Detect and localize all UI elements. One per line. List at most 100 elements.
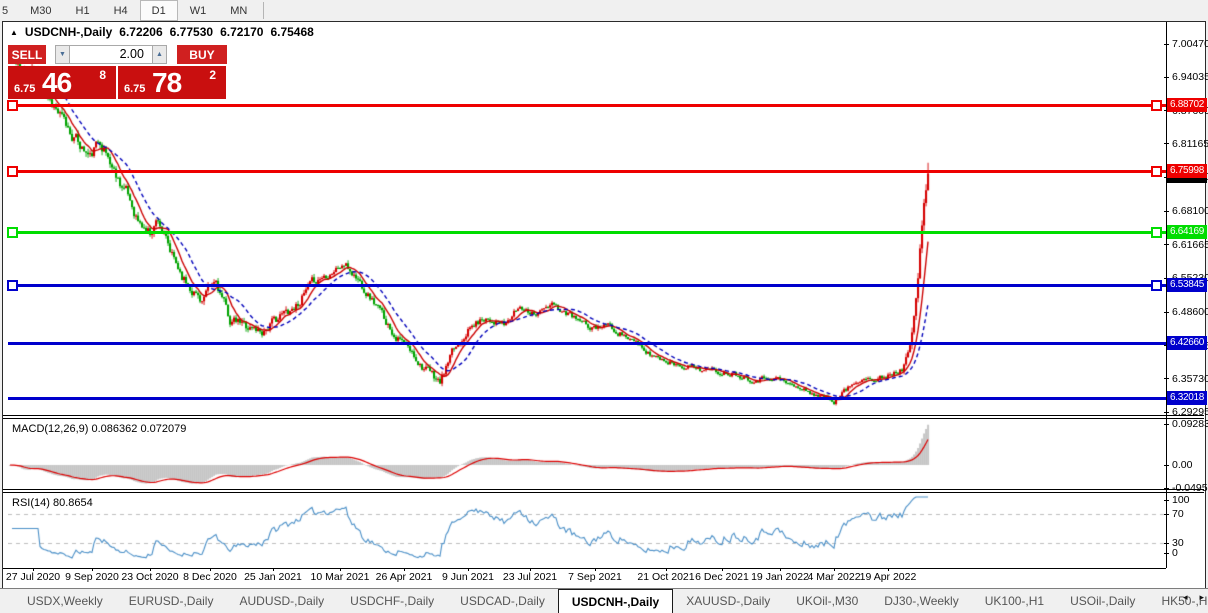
chart-tab-usoil-daily[interactable]: USOil-,Daily	[1057, 589, 1148, 613]
hline[interactable]	[8, 170, 1166, 173]
price-axis-tick	[1164, 44, 1169, 45]
rsi-pane-splitter[interactable]	[3, 489, 1204, 493]
one-click-trading-panel: SELL ▼ 2.00 ▲ BUY 6.75 46 8 6.75 78 2	[8, 45, 227, 99]
hline[interactable]	[8, 284, 1166, 287]
timeframe-button-d1[interactable]: D1	[140, 0, 178, 21]
price-axis-tick	[1164, 412, 1169, 413]
chart-title: ▲ USDCNH-,Daily 6.72206 6.77530 6.72170 …	[10, 25, 314, 39]
rsi-axis-tick	[1164, 543, 1169, 544]
ohlc-close: 6.75468	[270, 25, 313, 39]
rsi-axis-tick	[1164, 553, 1169, 554]
timeframe-button-h4[interactable]: H4	[102, 0, 140, 21]
date-axis-label: 21 Oct 2021	[637, 571, 694, 583]
hline[interactable]	[8, 342, 1166, 345]
rsi-axis-label: 70	[1172, 508, 1184, 520]
timeframe-button-h1[interactable]: H1	[64, 0, 102, 21]
date-axis-label: 9 Sep 2020	[65, 571, 119, 583]
date-axis-label: 27 Jul 2020	[6, 571, 60, 583]
rsi-axis-label: 100	[1172, 494, 1190, 506]
hline-left-handle[interactable]	[7, 227, 18, 238]
date-axis-label: 26 Apr 2021	[376, 571, 433, 583]
chart-tab-usdchf-daily[interactable]: USDCHF-,Daily	[337, 589, 447, 613]
hline-right-handle[interactable]	[1151, 166, 1162, 177]
price-axis-label: 6.61665	[1172, 239, 1208, 251]
hline[interactable]	[8, 104, 1166, 107]
date-axis-label: 19 Jan 2022	[751, 571, 809, 583]
hline-price-tag: 6.88702	[1167, 98, 1207, 112]
price-axis-label: 6.81165	[1172, 138, 1208, 150]
price-axis-label: 6.94035	[1172, 71, 1208, 83]
ask-price-pips: 78	[152, 67, 181, 99]
triangle-down-icon: ▼	[59, 51, 66, 58]
date-axis-border	[3, 568, 1166, 569]
rsi-axis-tick	[1164, 500, 1169, 501]
ohlc-open: 6.72206	[119, 25, 162, 39]
price-axis-tick	[1164, 211, 1169, 212]
date-axis-label: 9 Jun 2021	[442, 571, 494, 583]
hline-price-tag: 6.64169	[1167, 225, 1207, 239]
collapse-panel-icon[interactable]: ▲	[10, 28, 18, 37]
price-axis-label: 6.68100	[1172, 205, 1208, 217]
price-axis-tick	[1164, 378, 1169, 379]
buy-button[interactable]: BUY	[177, 45, 227, 64]
chart-tab-xauusd-daily[interactable]: XAUUSD-,Daily	[673, 589, 783, 613]
tab-scroll-right-icon[interactable]: ▸	[1199, 592, 1204, 603]
date-axis-label: 19 Apr 2022	[860, 571, 917, 583]
timeframe-button-m30[interactable]: M30	[18, 0, 63, 21]
volume-stepper: ▼ 2.00 ▲	[55, 45, 167, 64]
chart-tab-usdcad-daily[interactable]: USDCAD-,Daily	[447, 589, 558, 613]
hline-price-tag: 6.53845	[1167, 278, 1207, 292]
macd-axis-label: -0.049521	[1172, 482, 1208, 494]
triangle-up-icon: ▲	[156, 51, 163, 58]
timeframe-button-w1[interactable]: W1	[178, 0, 219, 21]
price-axis-tick	[1164, 143, 1169, 144]
tab-scroll-left-icon[interactable]: ◂	[1183, 592, 1188, 603]
timeframe-button-mn[interactable]: MN	[218, 0, 259, 21]
chart-tab-usdcnh-daily[interactable]: USDCNH-,Daily	[558, 589, 673, 613]
symbol-period-label: USDCNH-,Daily	[25, 25, 112, 39]
chart-tab-uk100-h1[interactable]: UK100-,H1	[972, 589, 1057, 613]
volume-decrease-button[interactable]: ▼	[55, 45, 70, 64]
date-axis-label: 7 Sep 2021	[568, 571, 622, 583]
chart-tab-eurusd-daily[interactable]: EURUSD-,Daily	[116, 589, 227, 613]
date-axis-label: 10 Mar 2021	[311, 571, 370, 583]
hline-right-handle[interactable]	[1151, 227, 1162, 238]
toolbar-separator	[263, 2, 264, 19]
ask-quote-button[interactable]: 6.75 78 2	[118, 66, 226, 99]
hline-right-handle[interactable]	[1151, 100, 1162, 111]
chart-tab-audusd-daily[interactable]: AUDUSD-,Daily	[226, 589, 337, 613]
date-axis-label: 4 Mar 2022	[807, 571, 860, 583]
tab-scroll-arrows: ◂ ▸	[1183, 592, 1204, 603]
hline-left-handle[interactable]	[7, 280, 18, 291]
timeframe-button-5[interactable]: 5	[0, 0, 18, 21]
price-axis-tick	[1164, 77, 1169, 78]
symbol-tab-bar: USDX,WeeklyEURUSD-,DailyAUDUSD-,DailyUSD…	[0, 588, 1208, 613]
hline-price-tag: 6.75998	[1167, 164, 1207, 178]
date-axis-label: 23 Jul 2021	[503, 571, 557, 583]
volume-input[interactable]: 2.00	[70, 45, 152, 64]
date-axis-label: 23 Oct 2020	[121, 571, 178, 583]
ask-price-major: 6.75	[124, 83, 145, 95]
rsi-chart-canvas	[8, 494, 1166, 568]
macd-pane-splitter[interactable]	[3, 415, 1204, 419]
macd-axis-tick	[1164, 488, 1169, 489]
macd-axis-label: 0.00	[1172, 459, 1192, 471]
hline-left-handle[interactable]	[7, 166, 18, 177]
macd-axis-tick	[1164, 465, 1169, 466]
sell-button[interactable]: SELL	[8, 45, 46, 64]
hline[interactable]	[8, 231, 1166, 234]
date-axis-label: 8 Dec 2020	[183, 571, 237, 583]
price-axis-tick	[1164, 312, 1169, 313]
hline-left-handle[interactable]	[7, 100, 18, 111]
hline-right-handle[interactable]	[1151, 280, 1162, 291]
bid-price-major: 6.75	[14, 83, 35, 95]
chart-tab-usdx-weekly[interactable]: USDX,Weekly	[14, 589, 116, 613]
bid-quote-button[interactable]: 6.75 46 8	[8, 66, 116, 99]
volume-increase-button[interactable]: ▲	[152, 45, 167, 64]
hline[interactable]	[8, 397, 1166, 400]
rsi-axis-label: 0	[1172, 547, 1178, 559]
ask-price-point: 2	[209, 68, 216, 82]
bid-price-pips: 46	[42, 67, 71, 99]
chart-tab-dj30-weekly[interactable]: DJ30-,Weekly	[871, 589, 971, 613]
chart-tab-ukoil-m30[interactable]: UKOil-,M30	[783, 589, 871, 613]
